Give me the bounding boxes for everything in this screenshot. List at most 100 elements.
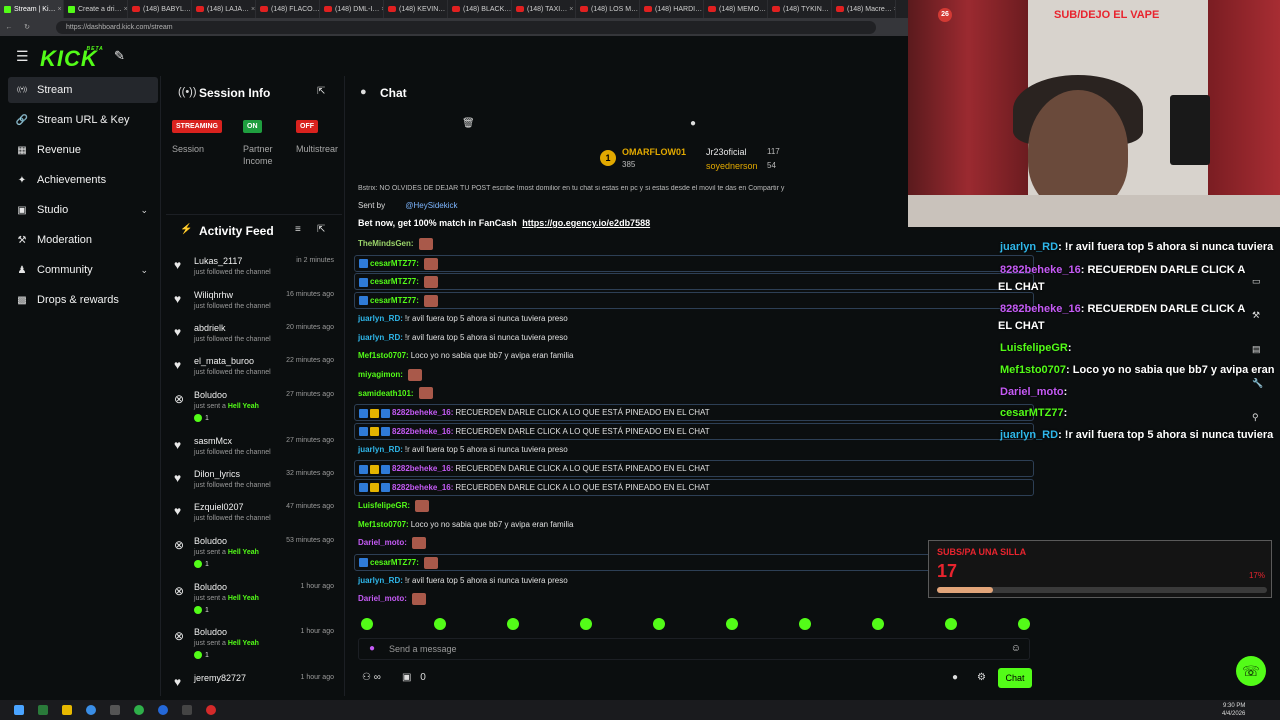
filter-icon[interactable]: ≡: [295, 224, 301, 235]
chat-username[interactable]: juarlyn_RD:: [358, 576, 403, 585]
settings-gear-icon[interactable]: ⚙: [977, 672, 986, 683]
leader-2-name[interactable]: Jr23oficial: [706, 147, 747, 157]
hamburger-menu-icon[interactable]: ☰: [16, 48, 29, 65]
browser-tab[interactable]: (148) DML-I…×: [320, 0, 384, 18]
windows-start-icon[interactable]: [14, 705, 24, 715]
activity-username[interactable]: Boludoo: [194, 536, 227, 546]
chat-message[interactable]: 8282beheke_16: RECUERDEN DARLE CLICK A LO…: [354, 460, 1034, 478]
activity-username[interactable]: Lukas_2117: [194, 256, 242, 266]
queue-icon[interactable]: ▤: [1252, 344, 1261, 355]
app-icon[interactable]: [182, 705, 192, 715]
browser-tab[interactable]: (148) Macre…×: [832, 0, 896, 18]
clock[interactable]: 9:30 PM 4/4/2026: [1222, 702, 1245, 718]
chat-username[interactable]: Mef1sto0707:: [358, 351, 409, 360]
chat-message[interactable]: juarlyn_RD: !r avil fuera top 5 ahora si …: [358, 311, 568, 327]
emote-icon[interactable]: [799, 618, 811, 630]
activity-username[interactable]: Boludoo: [194, 627, 227, 637]
app-icon[interactable]: [110, 705, 120, 715]
emote-icon[interactable]: [507, 618, 519, 630]
emote-icon[interactable]: [945, 618, 957, 630]
chat-username[interactable]: TheMindsGen:: [358, 239, 414, 248]
chat-message[interactable]: cesarMTZ77:: [354, 273, 1034, 291]
status-badge[interactable]: OFF: [296, 120, 318, 133]
chat-username[interactable]: Dariel_moto:: [358, 594, 407, 603]
chat-message[interactable]: TheMindsGen:: [358, 236, 433, 252]
app-icon[interactable]: [134, 705, 144, 715]
browser-tab[interactable]: (148) TAXI… ×: [512, 0, 576, 18]
chat-message[interactable]: juarlyn_RD: !r avil fuera top 5 ahora si …: [358, 330, 568, 346]
chat-icon[interactable]: ▭: [1252, 276, 1261, 287]
chat-username[interactable]: Mef1sto0707:: [358, 520, 409, 529]
chat-username[interactable]: 8282beheke_16:: [392, 483, 453, 492]
activity-username[interactable]: abdrielk: [194, 323, 226, 333]
status-badge[interactable]: STREAMING: [172, 120, 222, 133]
chat-input-box[interactable]: ● Send a message ☺: [358, 638, 1030, 660]
activity-username[interactable]: sasmMcx: [194, 436, 232, 446]
chat-username[interactable]: miyagimon:: [358, 370, 403, 379]
chat-message[interactable]: miyagimon:: [358, 367, 422, 383]
browser-tab[interactable]: (148) LOS M…×: [576, 0, 640, 18]
activity-username[interactable]: el_mata_buroo: [194, 356, 254, 366]
mic-icon[interactable]: ●: [369, 643, 375, 654]
emote-icon[interactable]: [580, 618, 592, 630]
sidebar-item-achievements[interactable]: ✦ Achievements: [8, 167, 158, 193]
edge-icon[interactable]: [158, 705, 168, 715]
emoji-icon[interactable]: ☺: [1011, 643, 1021, 654]
chat-username[interactable]: samideath101:: [358, 389, 414, 398]
emote-icon[interactable]: [653, 618, 665, 630]
trash-icon[interactable]: 🗑: [462, 118, 475, 129]
mod-icon[interactable]: ⚒: [1252, 310, 1260, 321]
sidebar-item-moderation[interactable]: ⚒ Moderation: [8, 227, 158, 253]
chat-username[interactable]: cesarMTZ77:: [370, 277, 419, 286]
sidebar-item-revenue[interactable]: ▦ Revenue: [8, 137, 158, 163]
chevron-down-icon[interactable]: ⌄: [140, 205, 148, 216]
help-chat-icon[interactable]: ☏: [1236, 656, 1266, 686]
chat-message[interactable]: Mef1sto0707: Loco yo no sabia que bb7 y a…: [358, 517, 573, 533]
chat-message[interactable]: Mef1sto0707: Loco yo no sabia que bb7 y a…: [358, 348, 573, 364]
activity-username[interactable]: jeremy82727: [194, 673, 246, 683]
activity-username[interactable]: Boludoo: [194, 390, 227, 400]
browser-tab[interactable]: (148) BABYL…×: [128, 0, 192, 18]
activity-username[interactable]: Ezquiel0207: [194, 502, 244, 512]
close-tab-icon[interactable]: ×: [122, 6, 127, 13]
chat-username[interactable]: juarlyn_RD:: [358, 333, 403, 342]
chat-message[interactable]: 8282beheke_16: RECUERDEN DARLE CLICK A LO…: [354, 404, 1034, 422]
back-icon[interactable]: ←: [0, 24, 18, 31]
chat-message[interactable]: juarlyn_RD: !r avil fuera top 5 ahora si …: [358, 573, 568, 589]
message-input[interactable]: Send a message: [389, 644, 457, 654]
close-tab-icon[interactable]: ×: [892, 6, 895, 13]
sidebar-item-studio[interactable]: ▣ Studio ⌄: [8, 197, 158, 223]
chat-message[interactable]: samideath101:: [358, 386, 433, 402]
status-badge[interactable]: ON: [243, 120, 262, 133]
popout-icon[interactable]: ⇱: [317, 86, 325, 97]
chat-message[interactable]: LuisfelipeGR:: [358, 498, 430, 514]
sidebar-item-stream-url-key[interactable]: 🔗 Stream URL & Key: [8, 107, 158, 133]
browser-tab[interactable]: (148) MEMO…×: [704, 0, 768, 18]
chat-message[interactable]: Dariel_moto:: [358, 535, 426, 551]
browser-tab[interactable]: (148) BLACK…×: [448, 0, 512, 18]
close-tab-icon[interactable]: ×: [249, 6, 255, 13]
url-input[interactable]: https://dashboard.kick.com/stream: [56, 20, 876, 34]
browser-tab[interactable]: (148) FLACO…×: [256, 0, 320, 18]
leader-1-name[interactable]: OMARFLOW01: [622, 147, 686, 157]
chat-message[interactable]: juarlyn_RD: !r avil fuera top 5 ahora si …: [358, 442, 568, 458]
browser-tab[interactable]: (148) KEVIN…×: [384, 0, 448, 18]
reload-icon[interactable]: ↻: [18, 23, 36, 31]
leader-3-name[interactable]: soyednerson: [706, 161, 758, 171]
activity-username[interactable]: Dilon_lyrics: [194, 469, 240, 479]
browser-tab[interactable]: (148) LAJA… ×: [192, 0, 256, 18]
chat-username[interactable]: cesarMTZ77:: [370, 259, 419, 268]
chat-options-icon[interactable]: ●: [952, 672, 958, 683]
emote-icon[interactable]: [361, 618, 373, 630]
close-tab-icon[interactable]: ×: [56, 6, 62, 13]
sent-by-user[interactable]: @HeySidekick: [405, 201, 457, 210]
promo-link[interactable]: https://go.egency.io/e2db7588: [522, 218, 650, 228]
activity-username[interactable]: Boludoo: [194, 582, 227, 592]
chat-mode-icon[interactable]: ●: [690, 118, 696, 129]
app-icon[interactable]: [38, 705, 48, 715]
sidebar-item-stream[interactable]: ((•)) Stream: [8, 77, 158, 103]
emote-icon[interactable]: [726, 618, 738, 630]
chat-username[interactable]: 8282beheke_16:: [392, 427, 453, 436]
chat-username[interactable]: Dariel_moto:: [358, 538, 407, 547]
pin-icon[interactable]: ✎: [114, 48, 125, 64]
